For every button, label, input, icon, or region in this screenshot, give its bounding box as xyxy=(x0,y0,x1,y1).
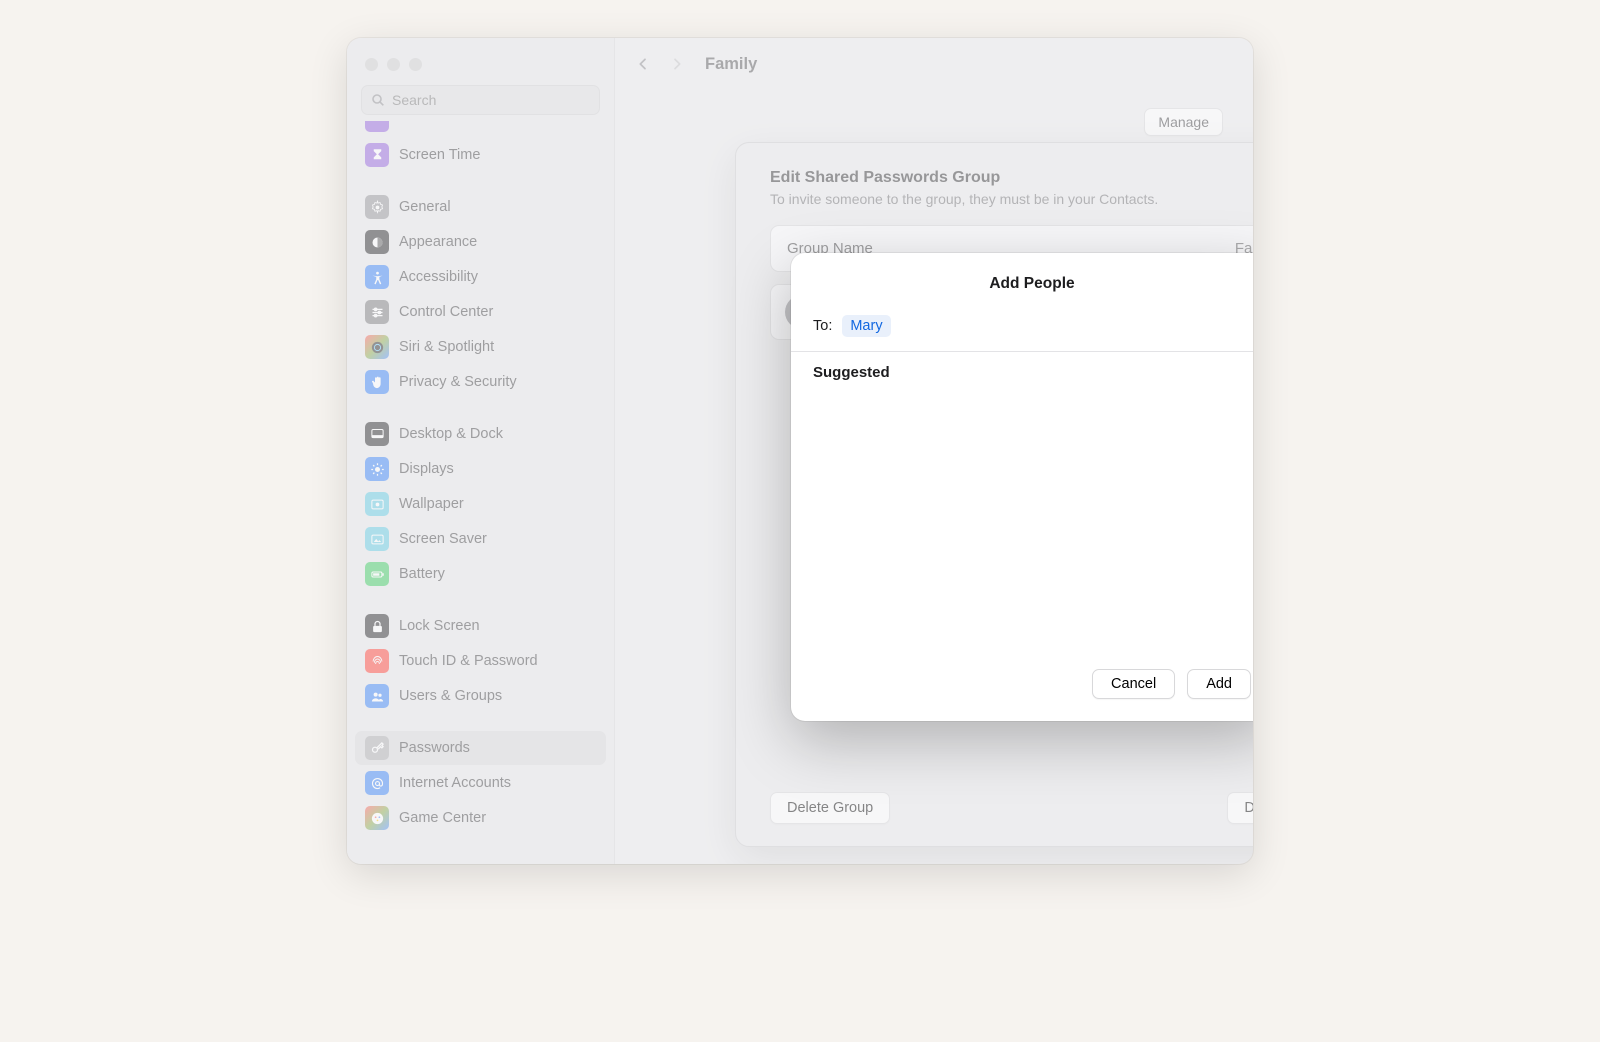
sidebar-item-desktop-dock[interactable]: Desktop & Dock xyxy=(355,417,606,451)
contact-token[interactable]: Mary xyxy=(842,315,890,337)
battery-icon xyxy=(365,562,389,586)
sidebar-item-label: Screen Time xyxy=(399,147,480,163)
done-button[interactable]: Done xyxy=(1227,792,1253,824)
window-controls xyxy=(347,46,614,77)
sidebar-item-screen-time[interactable]: Screen Time xyxy=(355,138,606,172)
sidebar: Focus Screen Time General Appearance Accessi… xyxy=(347,38,615,864)
sidebar-item-touch-id-password[interactable]: Touch ID & Password xyxy=(355,644,606,678)
hourglass-icon xyxy=(365,143,389,167)
sidebar-item-wallpaper[interactable]: Wallpaper xyxy=(355,487,606,521)
sidebar-item-control-center[interactable]: Control Center xyxy=(355,295,606,329)
sidebar-item-label: General xyxy=(399,199,451,215)
game-icon xyxy=(365,806,389,830)
sidebar-item-label: Displays xyxy=(399,461,454,477)
sidebar-item-label: Siri & Spotlight xyxy=(399,339,494,355)
wallpaper-icon xyxy=(365,492,389,516)
manage-button[interactable]: Manage xyxy=(1144,108,1223,136)
sidebar-item-label: Accessibility xyxy=(399,269,478,285)
fingerprint-icon xyxy=(365,649,389,673)
sidebar-item-label: Passwords xyxy=(399,740,470,756)
users-icon xyxy=(365,684,389,708)
sidebar-item-label: Game Center xyxy=(399,810,486,826)
sidebar-item-siri-spotlight[interactable]: Siri & Spotlight xyxy=(355,330,606,364)
to-field[interactable]: To: Mary xyxy=(791,309,1253,352)
sidebar-item-label: Control Center xyxy=(399,304,493,320)
sidebar-item-appearance[interactable]: Appearance xyxy=(355,225,606,259)
sidebar-item-privacy-security[interactable]: Privacy & Security xyxy=(355,365,606,399)
sidebar-item-label: Screen Saver xyxy=(399,531,487,547)
appearance-icon xyxy=(365,230,389,254)
search-box[interactable] xyxy=(361,85,600,115)
sun-icon xyxy=(365,457,389,481)
sidebar-item-game-center[interactable]: Game Center xyxy=(355,801,606,835)
cancel-button[interactable]: Cancel xyxy=(1092,669,1175,699)
gear-icon xyxy=(365,195,389,219)
sidebar-item-label: Appearance xyxy=(399,234,477,250)
close-window-button[interactable] xyxy=(365,58,378,71)
nav-buttons xyxy=(635,56,685,72)
forward-button[interactable] xyxy=(669,56,685,72)
sidebar-item-passwords[interactable]: Passwords xyxy=(355,731,606,765)
screensaver-icon xyxy=(365,527,389,551)
sidebar-item-label: Lock Screen xyxy=(399,618,480,634)
at-icon xyxy=(365,771,389,795)
moon-icon xyxy=(365,121,389,132)
search-icon xyxy=(370,92,392,108)
to-label: To: xyxy=(813,318,832,334)
add-button[interactable]: Add xyxy=(1187,669,1251,699)
sidebar-item-screen-saver[interactable]: Screen Saver xyxy=(355,522,606,556)
sidebar-list: Focus Screen Time General Appearance Accessi… xyxy=(347,121,614,864)
dock-icon xyxy=(365,422,389,446)
modal-title: Add People xyxy=(791,253,1253,309)
sidebar-item-accessibility[interactable]: Accessibility xyxy=(355,260,606,294)
sidebar-item-users-groups[interactable]: Users & Groups xyxy=(355,679,606,713)
sidebar-item-battery[interactable]: Battery xyxy=(355,557,606,591)
delete-group-button[interactable]: Delete Group xyxy=(770,792,890,824)
sidebar-item-label: Privacy & Security xyxy=(399,374,517,390)
sidebar-item-label: Wallpaper xyxy=(399,496,464,512)
sidebar-item-displays[interactable]: Displays xyxy=(355,452,606,486)
sidebar-item-clipped[interactable]: Focus xyxy=(355,121,606,137)
sidebar-item-label: Touch ID & Password xyxy=(399,653,538,669)
sidebar-item-label: Internet Accounts xyxy=(399,775,511,791)
lock-icon xyxy=(365,614,389,638)
sidebar-item-label: Users & Groups xyxy=(399,688,502,704)
search-input[interactable] xyxy=(392,92,591,108)
zoom-window-button[interactable] xyxy=(409,58,422,71)
add-people-modal: Add People To: Mary Suggested Cancel Add xyxy=(791,253,1253,721)
sliders-icon xyxy=(365,300,389,324)
sidebar-item-label: Battery xyxy=(399,566,445,582)
suggested-header: Suggested xyxy=(791,352,1253,393)
toolbar: Family xyxy=(615,38,1253,90)
sheet-subtitle: To invite someone to the group, they mus… xyxy=(770,191,1253,207)
page-title: Family xyxy=(705,55,757,74)
sidebar-item-internet-accounts[interactable]: Internet Accounts xyxy=(355,766,606,800)
back-button[interactable] xyxy=(635,56,651,72)
accessibility-icon xyxy=(365,265,389,289)
settings-window: Focus Screen Time General Appearance Accessi… xyxy=(347,38,1253,864)
hand-icon xyxy=(365,370,389,394)
sheet-title: Edit Shared Passwords Group xyxy=(770,169,1253,187)
sidebar-item-label: Desktop & Dock xyxy=(399,426,503,442)
sidebar-item-general[interactable]: General xyxy=(355,190,606,224)
siri-icon xyxy=(365,335,389,359)
key-icon xyxy=(365,736,389,760)
minimize-window-button[interactable] xyxy=(387,58,400,71)
sidebar-item-lock-screen[interactable]: Lock Screen xyxy=(355,609,606,643)
